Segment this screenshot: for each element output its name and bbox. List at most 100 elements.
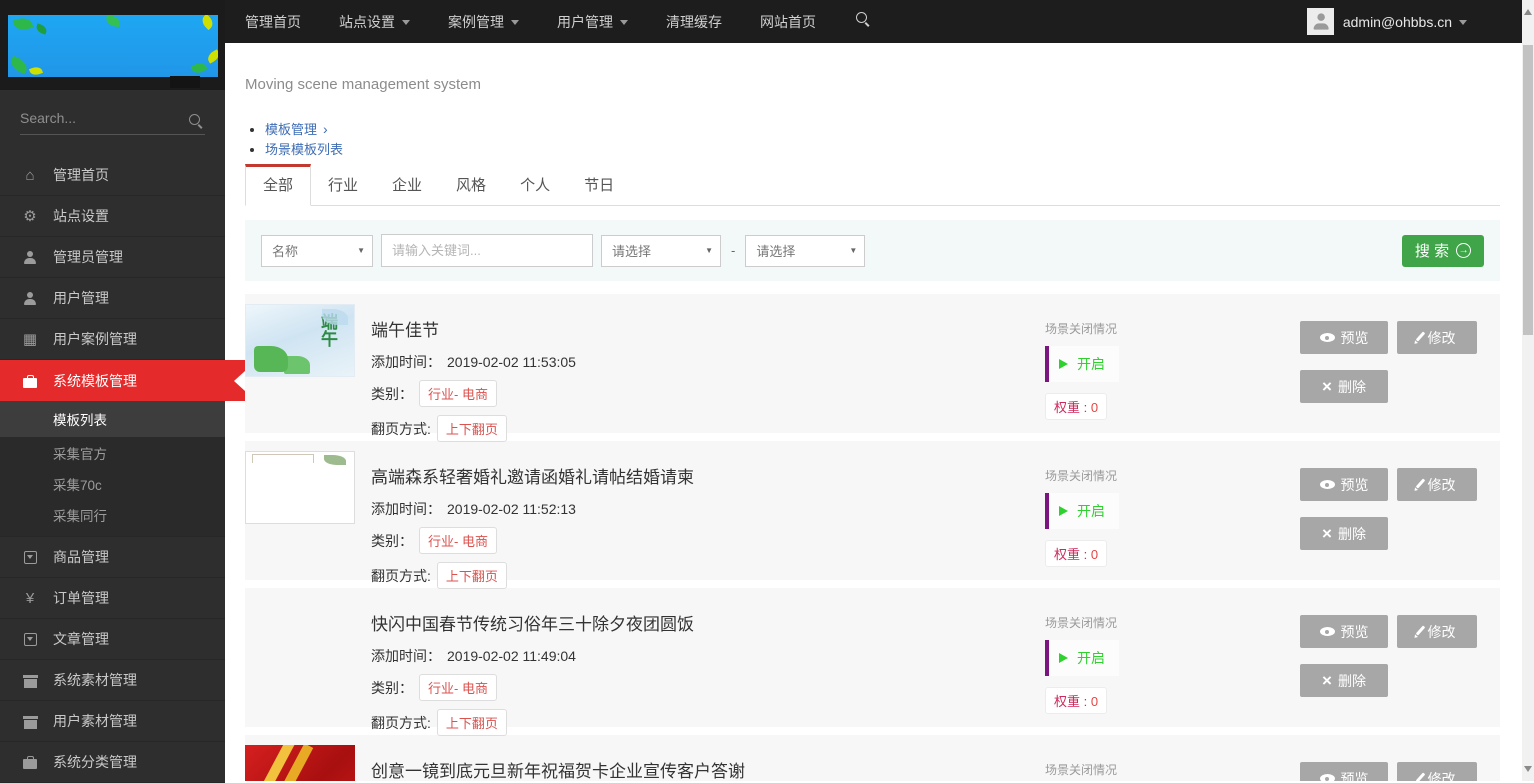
- sidebar-item-user-case-management[interactable]: ▦ 用户案例管理: [0, 319, 225, 360]
- sidebar-item-system-template-management[interactable]: 系统模板管理: [0, 360, 245, 401]
- edit-button[interactable]: 修改: [1397, 321, 1477, 354]
- nav-item-site-settings[interactable]: 站点设置: [339, 12, 410, 32]
- tab-industry[interactable]: 行业: [311, 164, 375, 205]
- status-value: 开启: [1077, 650, 1105, 666]
- scene-info: 快闪中国春节传统习俗年三十除夕夜团圆饭 添加时间： 2019-02-02 11:…: [355, 598, 1045, 736]
- category-badge: 行业- 电商: [419, 674, 497, 701]
- top-navbar: 管理首页 站点设置 案例管理 用户管理 清理缓存 网站首页 admin@ohbb…: [225, 0, 1522, 43]
- nav-item-case-management[interactable]: 案例管理: [448, 12, 519, 32]
- edit-label: 修改: [1427, 623, 1456, 640]
- delete-label: 删除: [1337, 672, 1366, 689]
- avatar: [1306, 8, 1334, 35]
- sidebar-search-input[interactable]: [20, 104, 205, 135]
- added-time-value: 2019-02-02 11:53:05: [447, 354, 576, 370]
- sidebar-subitem-collect-official[interactable]: 采集官方: [0, 437, 225, 468]
- sidebar-item-article-management[interactable]: 文章管理: [0, 619, 225, 660]
- yen-icon: ¥: [25, 589, 35, 607]
- paging-row: 翻页方式: 上下翻页: [371, 709, 1035, 736]
- sidebar-item-system-category-management[interactable]: 系统分类管理: [0, 742, 225, 783]
- sidebar-item-admin-management[interactable]: 管理员管理: [0, 237, 225, 278]
- range-select-value: 请选择: [612, 244, 652, 259]
- preview-button[interactable]: 预览: [1300, 468, 1388, 501]
- sidebar-subitem-collect-peers[interactable]: 采集同行: [0, 499, 225, 530]
- sidebar-item-site-settings[interactable]: ⚙ 站点设置: [0, 196, 225, 237]
- nav-item-user-management[interactable]: 用户管理: [557, 12, 628, 32]
- range-select-end[interactable]: 请选择: [745, 234, 866, 267]
- arrow-circle-right-icon: [1456, 243, 1472, 258]
- scene-status: 场景关闭情况 开启 权重 : 0: [1045, 304, 1300, 423]
- sidebar-item-system-material-management[interactable]: 系统素材管理: [0, 660, 225, 701]
- scene-title: 端午佳节: [371, 321, 439, 340]
- preview-button[interactable]: 预览: [1300, 321, 1388, 354]
- paging-label: 翻页方式:: [371, 714, 431, 731]
- sidebar-item-label: 用户素材管理: [53, 713, 137, 729]
- breadcrumb-link-scene-template-list[interactable]: 场景模板列表: [265, 142, 343, 157]
- chevron-down-icon: [620, 19, 628, 29]
- sidebar-item-user-material-management[interactable]: 用户素材管理: [0, 701, 225, 742]
- added-time-row: 添加时间： 2019-02-02 11:52:13: [371, 499, 1035, 519]
- leaf-decoration: [34, 23, 49, 35]
- breadcrumb-link-template-management[interactable]: 模板管理: [265, 122, 317, 137]
- scene-thumbnail[interactable]: [245, 598, 355, 671]
- vertical-scrollbar[interactable]: [1522, 0, 1534, 781]
- delete-button[interactable]: × 删除: [1300, 370, 1388, 403]
- category-badge: 行业- 电商: [419, 527, 497, 554]
- leaf-decoration: [199, 15, 216, 31]
- caret-square-icon: [20, 550, 40, 564]
- x-icon: ×: [1322, 377, 1332, 396]
- search-button[interactable]: 搜 索: [1402, 234, 1484, 267]
- sidebar-subitem-collect-70c[interactable]: 采集70c: [0, 468, 225, 499]
- delete-label: 删除: [1337, 378, 1366, 395]
- edit-button[interactable]: 修改: [1397, 762, 1477, 781]
- sidebar-item-label: 用户案例管理: [53, 331, 137, 347]
- category-row: 类别： 行业- 电商: [371, 527, 1035, 554]
- scene-status: 场景关闭情况: [1045, 745, 1300, 781]
- added-time-value: 2019-02-02 11:52:13: [447, 501, 576, 517]
- edit-button[interactable]: 修改: [1397, 615, 1477, 648]
- pencil-icon: [1415, 331, 1425, 342]
- thumbnail-text: 端午: [318, 313, 337, 347]
- tab-enterprise[interactable]: 企业: [375, 164, 439, 205]
- field-select[interactable]: 名称: [261, 234, 373, 267]
- logo-tab-decoration: [170, 76, 200, 88]
- sidebar-item-order-management[interactable]: ¥ 订单管理: [0, 578, 225, 619]
- paging-row: 翻页方式: 上下翻页: [371, 415, 1035, 442]
- delete-button[interactable]: × 删除: [1300, 664, 1388, 697]
- scene-thumbnail[interactable]: 端午: [245, 304, 355, 377]
- edit-button[interactable]: 修改: [1397, 468, 1477, 501]
- search-icon[interactable]: [856, 12, 870, 31]
- main-content: Moving scene management system 模板管理 › 场景模…: [225, 43, 1522, 781]
- list-item: 快闪中国春节传统习俗年三十除夕夜团圆饭 添加时间： 2019-02-02 11:…: [245, 588, 1500, 736]
- scroll-up-arrow-icon[interactable]: [1524, 5, 1532, 15]
- sidebar: ⌂ 管理首页 ⚙ 站点设置 管理员管理 用户管理 ▦ 用户案例管理 系统模板管理…: [0, 0, 245, 783]
- user-menu[interactable]: admin@ohbbs.cn: [1306, 8, 1522, 35]
- tab-personal[interactable]: 个人: [503, 164, 567, 205]
- scene-thumbnail[interactable]: [245, 451, 355, 524]
- scene-thumbnail[interactable]: 元旦: [245, 745, 355, 781]
- preview-button[interactable]: 预览: [1300, 615, 1388, 648]
- site-logo[interactable]: [8, 15, 218, 77]
- sidebar-subitem-template-list[interactable]: 模板列表: [0, 401, 225, 437]
- tab-all[interactable]: 全部: [245, 164, 312, 206]
- nav-item-clear-cache[interactable]: 清理缓存: [666, 12, 722, 32]
- nav-item-site-home[interactable]: 网站首页: [760, 12, 816, 32]
- nav-item-admin-home[interactable]: 管理首页: [245, 12, 301, 32]
- sidebar-item-user-management[interactable]: 用户管理: [0, 278, 225, 319]
- status-toggle[interactable]: 开启: [1045, 493, 1119, 529]
- delete-button[interactable]: × 删除: [1300, 517, 1388, 550]
- tab-style[interactable]: 风格: [439, 164, 503, 205]
- preview-button[interactable]: 预览: [1300, 762, 1388, 781]
- scroll-down-arrow-icon[interactable]: [1524, 766, 1532, 776]
- search-icon[interactable]: [189, 114, 203, 128]
- nav-item-label: 站点设置: [339, 13, 395, 30]
- status-toggle[interactable]: 开启: [1045, 346, 1119, 382]
- scrollbar-thumb[interactable]: [1523, 45, 1533, 335]
- range-select-start[interactable]: 请选择: [601, 234, 721, 267]
- sidebar-item-label: 系统素材管理: [53, 672, 137, 688]
- sidebar-item-admin-home[interactable]: ⌂ 管理首页: [0, 155, 225, 196]
- keyword-input[interactable]: [381, 234, 593, 267]
- tab-festival[interactable]: 节日: [567, 164, 631, 205]
- status-toggle[interactable]: 开启: [1045, 640, 1119, 676]
- play-icon: [1059, 506, 1073, 516]
- sidebar-item-product-management[interactable]: 商品管理: [0, 537, 225, 578]
